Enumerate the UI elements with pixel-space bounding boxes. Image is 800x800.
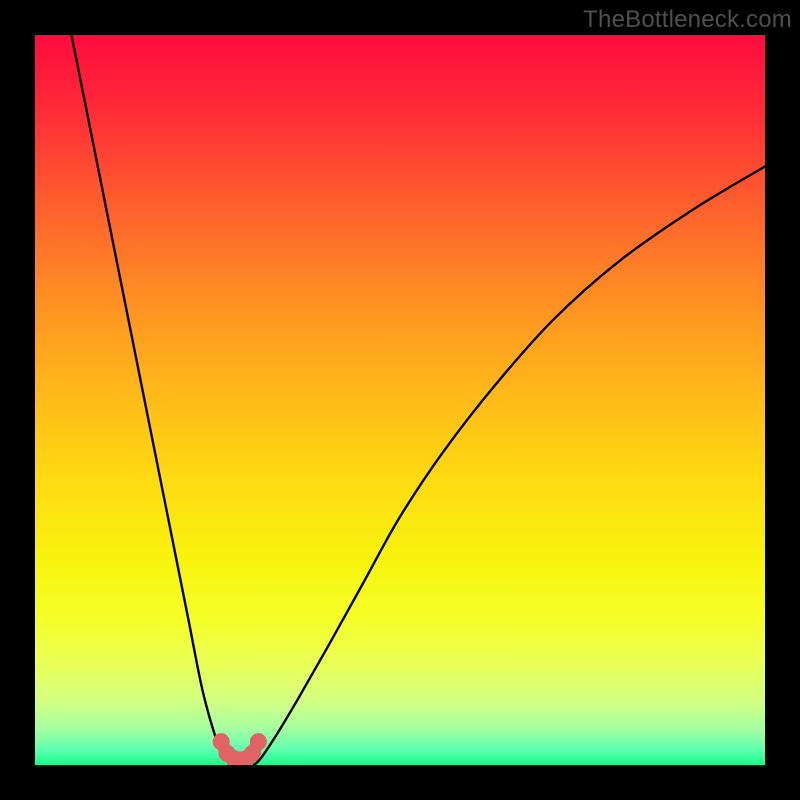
watermark-label: TheBottleneck.com: [583, 6, 792, 34]
left-curve: [72, 35, 233, 765]
chart-frame: TheBottleneck.com: [0, 0, 800, 800]
marker-dot: [250, 733, 267, 750]
right-curve: [254, 166, 765, 765]
curve-layer: [35, 35, 765, 765]
plot-area: [35, 35, 765, 765]
